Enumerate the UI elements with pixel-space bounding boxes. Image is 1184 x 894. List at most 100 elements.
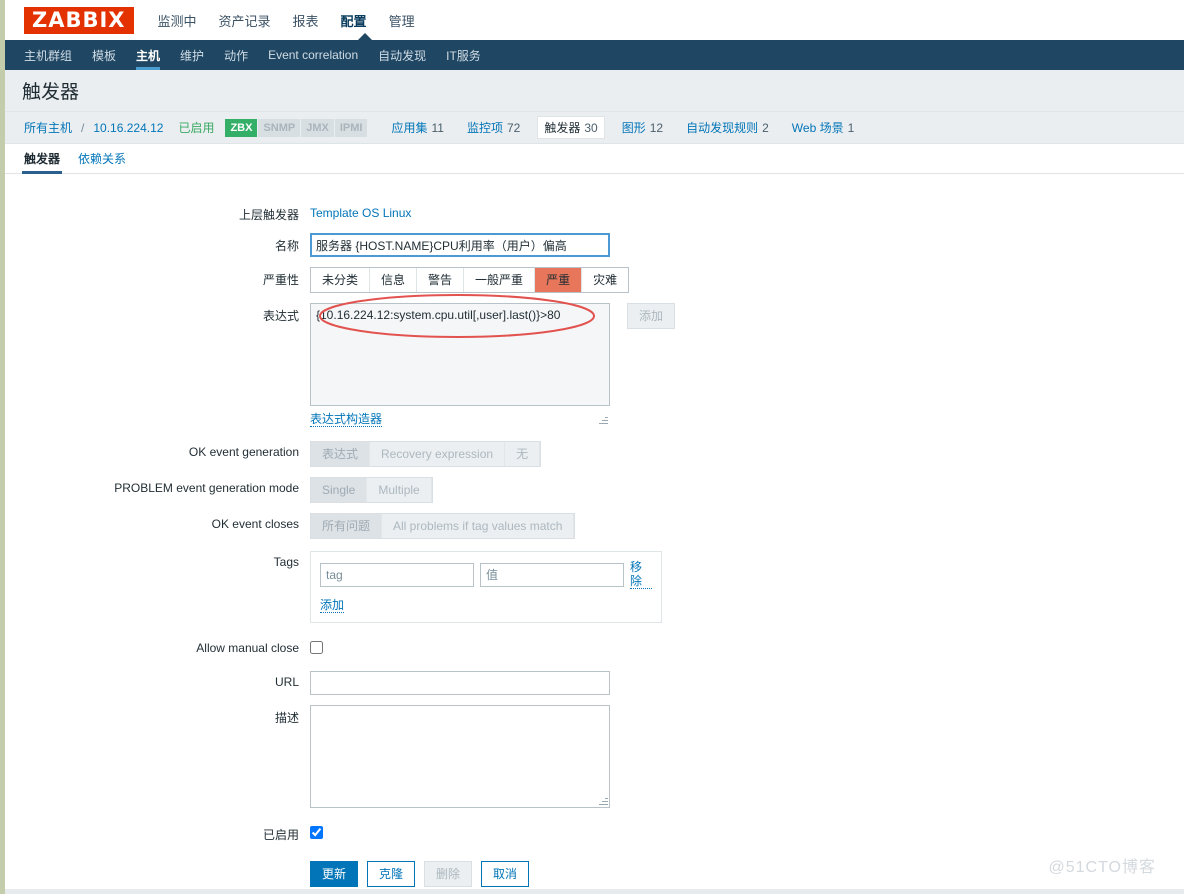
field-ok-event-generation: 表达式 Recovery expression 无 bbox=[310, 441, 542, 467]
ok-event-generation-option-none[interactable]: 无 bbox=[505, 442, 541, 466]
subnav-item-host-groups[interactable]: 主机群组 bbox=[24, 40, 72, 70]
ok-event-closes-radio-group: 所有问题 All problems if tag values match bbox=[310, 513, 576, 539]
label-severity: 严重性 bbox=[262, 273, 299, 287]
field-tags: 移除 添加 bbox=[310, 551, 662, 623]
severity-option-disaster[interactable]: 灾难 bbox=[582, 268, 629, 292]
breadcrumb-items[interactable]: 监控项 72 bbox=[461, 116, 526, 139]
host-status-label[interactable]: 已启用 bbox=[178, 119, 214, 136]
bottom-divider bbox=[5, 889, 1184, 894]
breadcrumb-graphs-label: 图形 bbox=[621, 121, 646, 135]
ok-event-generation-option-recovery-expression[interactable]: Recovery expression bbox=[370, 442, 506, 466]
ok-event-closes-option-all-problems[interactable]: 所有问题 bbox=[311, 514, 383, 538]
subnav-item-maintenance[interactable]: 维护 bbox=[180, 40, 204, 70]
breadcrumb-web-scenarios[interactable]: Web 场景 1 bbox=[786, 116, 860, 139]
breadcrumb-applications[interactable]: 应用集 11 bbox=[385, 116, 449, 139]
ok-event-generation-radio-group: 表达式 Recovery expression 无 bbox=[310, 441, 542, 467]
breadcrumb-items-label: 监控项 bbox=[466, 121, 503, 135]
form-action-buttons: 更新 克隆 删除 取消 bbox=[310, 861, 530, 887]
breadcrumb-web-scenarios-count: 1 bbox=[847, 121, 855, 135]
topnav-item-administration[interactable]: 管理 bbox=[389, 9, 415, 32]
topnav-item-inventory[interactable]: 资产记录 bbox=[219, 9, 271, 32]
url-input[interactable] bbox=[310, 671, 610, 695]
tag-add-link[interactable]: 添加 bbox=[320, 598, 345, 613]
topnav-item-monitoring[interactable]: 监测中 bbox=[158, 9, 197, 32]
field-severity: 未分类 信息 警告 一般严重 严重 灾难 bbox=[310, 267, 630, 293]
field-problem-event-generation-mode: Single Multiple bbox=[310, 477, 433, 503]
breadcrumb-triggers-count: 30 bbox=[584, 121, 598, 135]
tag-remove-link[interactable]: 移除 bbox=[630, 560, 652, 589]
problem-event-generation-mode-radio-group: Single Multiple bbox=[310, 477, 433, 503]
expression-textarea[interactable] bbox=[310, 303, 610, 406]
host-interface-badges: ZBX SNMP JMX IPMI bbox=[225, 118, 369, 137]
severity-option-warning[interactable]: 警告 bbox=[417, 268, 465, 292]
subnav-item-it-services[interactable]: IT服务 bbox=[446, 40, 481, 70]
row-form-actions: 更新 克隆 删除 取消 bbox=[5, 861, 1184, 887]
label-description: 描述 bbox=[274, 711, 299, 725]
problem-event-mode-option-multiple[interactable]: Multiple bbox=[367, 478, 432, 502]
description-textarea[interactable] bbox=[310, 705, 610, 808]
label-ok-event-generation: OK event generation bbox=[188, 445, 299, 459]
severity-option-high[interactable]: 严重 bbox=[535, 268, 583, 292]
label-allow-manual-close: Allow manual close bbox=[196, 641, 299, 655]
secondary-navigation: 主机群组 模板 主机 维护 动作 Event correlation 自动发现 … bbox=[5, 33, 1184, 70]
trigger-form: 上层触发器 Template OS Linux 名称 严重性 未分类 信息 警告… bbox=[5, 174, 1184, 887]
severity-option-information[interactable]: 信息 bbox=[370, 268, 418, 292]
label-problem-event-generation-mode: PROBLEM event generation mode bbox=[114, 481, 299, 495]
tag-name-input[interactable] bbox=[320, 562, 474, 587]
zabbix-logo[interactable]: ZABBIX bbox=[24, 6, 134, 34]
tag-value-input[interactable] bbox=[480, 562, 624, 587]
breadcrumb-host-name[interactable]: 10.16.224.12 bbox=[93, 121, 163, 135]
severity-option-average[interactable]: 一般严重 bbox=[464, 268, 536, 292]
field-parent-trigger: Template OS Linux bbox=[310, 202, 411, 223]
tags-container: 移除 添加 bbox=[310, 551, 662, 623]
expression-add-button[interactable]: 添加 bbox=[627, 303, 676, 329]
allow-manual-close-checkbox[interactable] bbox=[310, 641, 323, 654]
breadcrumb-items-count: 72 bbox=[506, 121, 521, 135]
row-description: 描述 bbox=[5, 705, 1184, 808]
subnav-item-templates[interactable]: 模板 bbox=[92, 40, 116, 70]
expression-constructor-link[interactable]: 表达式构造器 bbox=[310, 412, 383, 427]
row-severity: 严重性 未分类 信息 警告 一般严重 严重 灾难 bbox=[5, 267, 1184, 293]
ok-event-closes-option-tag-match[interactable]: All problems if tag values match bbox=[382, 514, 575, 538]
badge-snmp: SNMP bbox=[258, 118, 302, 137]
subnav-item-actions[interactable]: 动作 bbox=[224, 40, 248, 70]
delete-button[interactable]: 删除 bbox=[424, 861, 473, 887]
field-name bbox=[310, 233, 610, 257]
label-expression: 表达式 bbox=[262, 309, 299, 323]
top-header-bar: ZABBIX 监测中 资产记录 报表 配置 管理 bbox=[5, 0, 1184, 40]
page-title-bar: 触发器 bbox=[5, 70, 1184, 112]
breadcrumb-applications-label: 应用集 bbox=[391, 121, 428, 135]
subnav-item-discovery[interactable]: 自动发现 bbox=[378, 40, 426, 70]
watermark: @51CTO博客 bbox=[1048, 859, 1156, 876]
topnav-item-configuration[interactable]: 配置 bbox=[341, 9, 367, 32]
parent-trigger-link[interactable]: Template OS Linux bbox=[310, 202, 411, 220]
clone-button[interactable]: 克隆 bbox=[367, 861, 416, 887]
row-ok-event-closes: OK event closes 所有问题 All problems if tag… bbox=[5, 513, 1184, 539]
breadcrumb-graphs[interactable]: 图形 12 bbox=[616, 116, 669, 139]
page-title: 触发器 bbox=[22, 82, 80, 103]
tab-trigger[interactable]: 触发器 bbox=[21, 144, 63, 174]
breadcrumb-discovery-rules[interactable]: 自动发现规则 2 bbox=[680, 116, 775, 139]
breadcrumb-all-hosts[interactable]: 所有主机 bbox=[24, 119, 72, 136]
breadcrumb-web-scenarios-label: Web 场景 bbox=[791, 121, 844, 135]
name-input[interactable] bbox=[310, 233, 610, 257]
label-name: 名称 bbox=[274, 239, 299, 253]
badge-zbx: ZBX bbox=[225, 118, 259, 137]
enabled-checkbox[interactable] bbox=[310, 826, 323, 839]
field-ok-event-closes: 所有问题 All problems if tag values match bbox=[310, 513, 576, 539]
topnav-item-reports[interactable]: 报表 bbox=[293, 9, 319, 32]
row-expression: 表达式 表达式构造器 添加 bbox=[5, 303, 1184, 427]
cancel-button[interactable]: 取消 bbox=[481, 861, 530, 887]
breadcrumb-triggers[interactable]: 触发器 30 bbox=[537, 116, 605, 139]
row-tags: Tags 移除 添加 bbox=[5, 551, 1184, 623]
tab-dependencies[interactable]: 依赖关系 bbox=[78, 144, 126, 173]
severity-option-not-classified[interactable]: 未分类 bbox=[311, 268, 371, 292]
breadcrumb-discovery-rules-label: 自动发现规则 bbox=[686, 121, 759, 135]
ok-event-generation-option-expression[interactable]: 表达式 bbox=[311, 442, 371, 466]
subnav-item-hosts[interactable]: 主机 bbox=[136, 40, 161, 70]
subnav-item-event-correlation[interactable]: Event correlation bbox=[268, 40, 358, 70]
update-button[interactable]: 更新 bbox=[310, 861, 359, 887]
breadcrumb-discovery-rules-count: 2 bbox=[762, 121, 769, 135]
problem-event-mode-option-single[interactable]: Single bbox=[311, 478, 368, 502]
row-name: 名称 bbox=[5, 233, 1184, 257]
